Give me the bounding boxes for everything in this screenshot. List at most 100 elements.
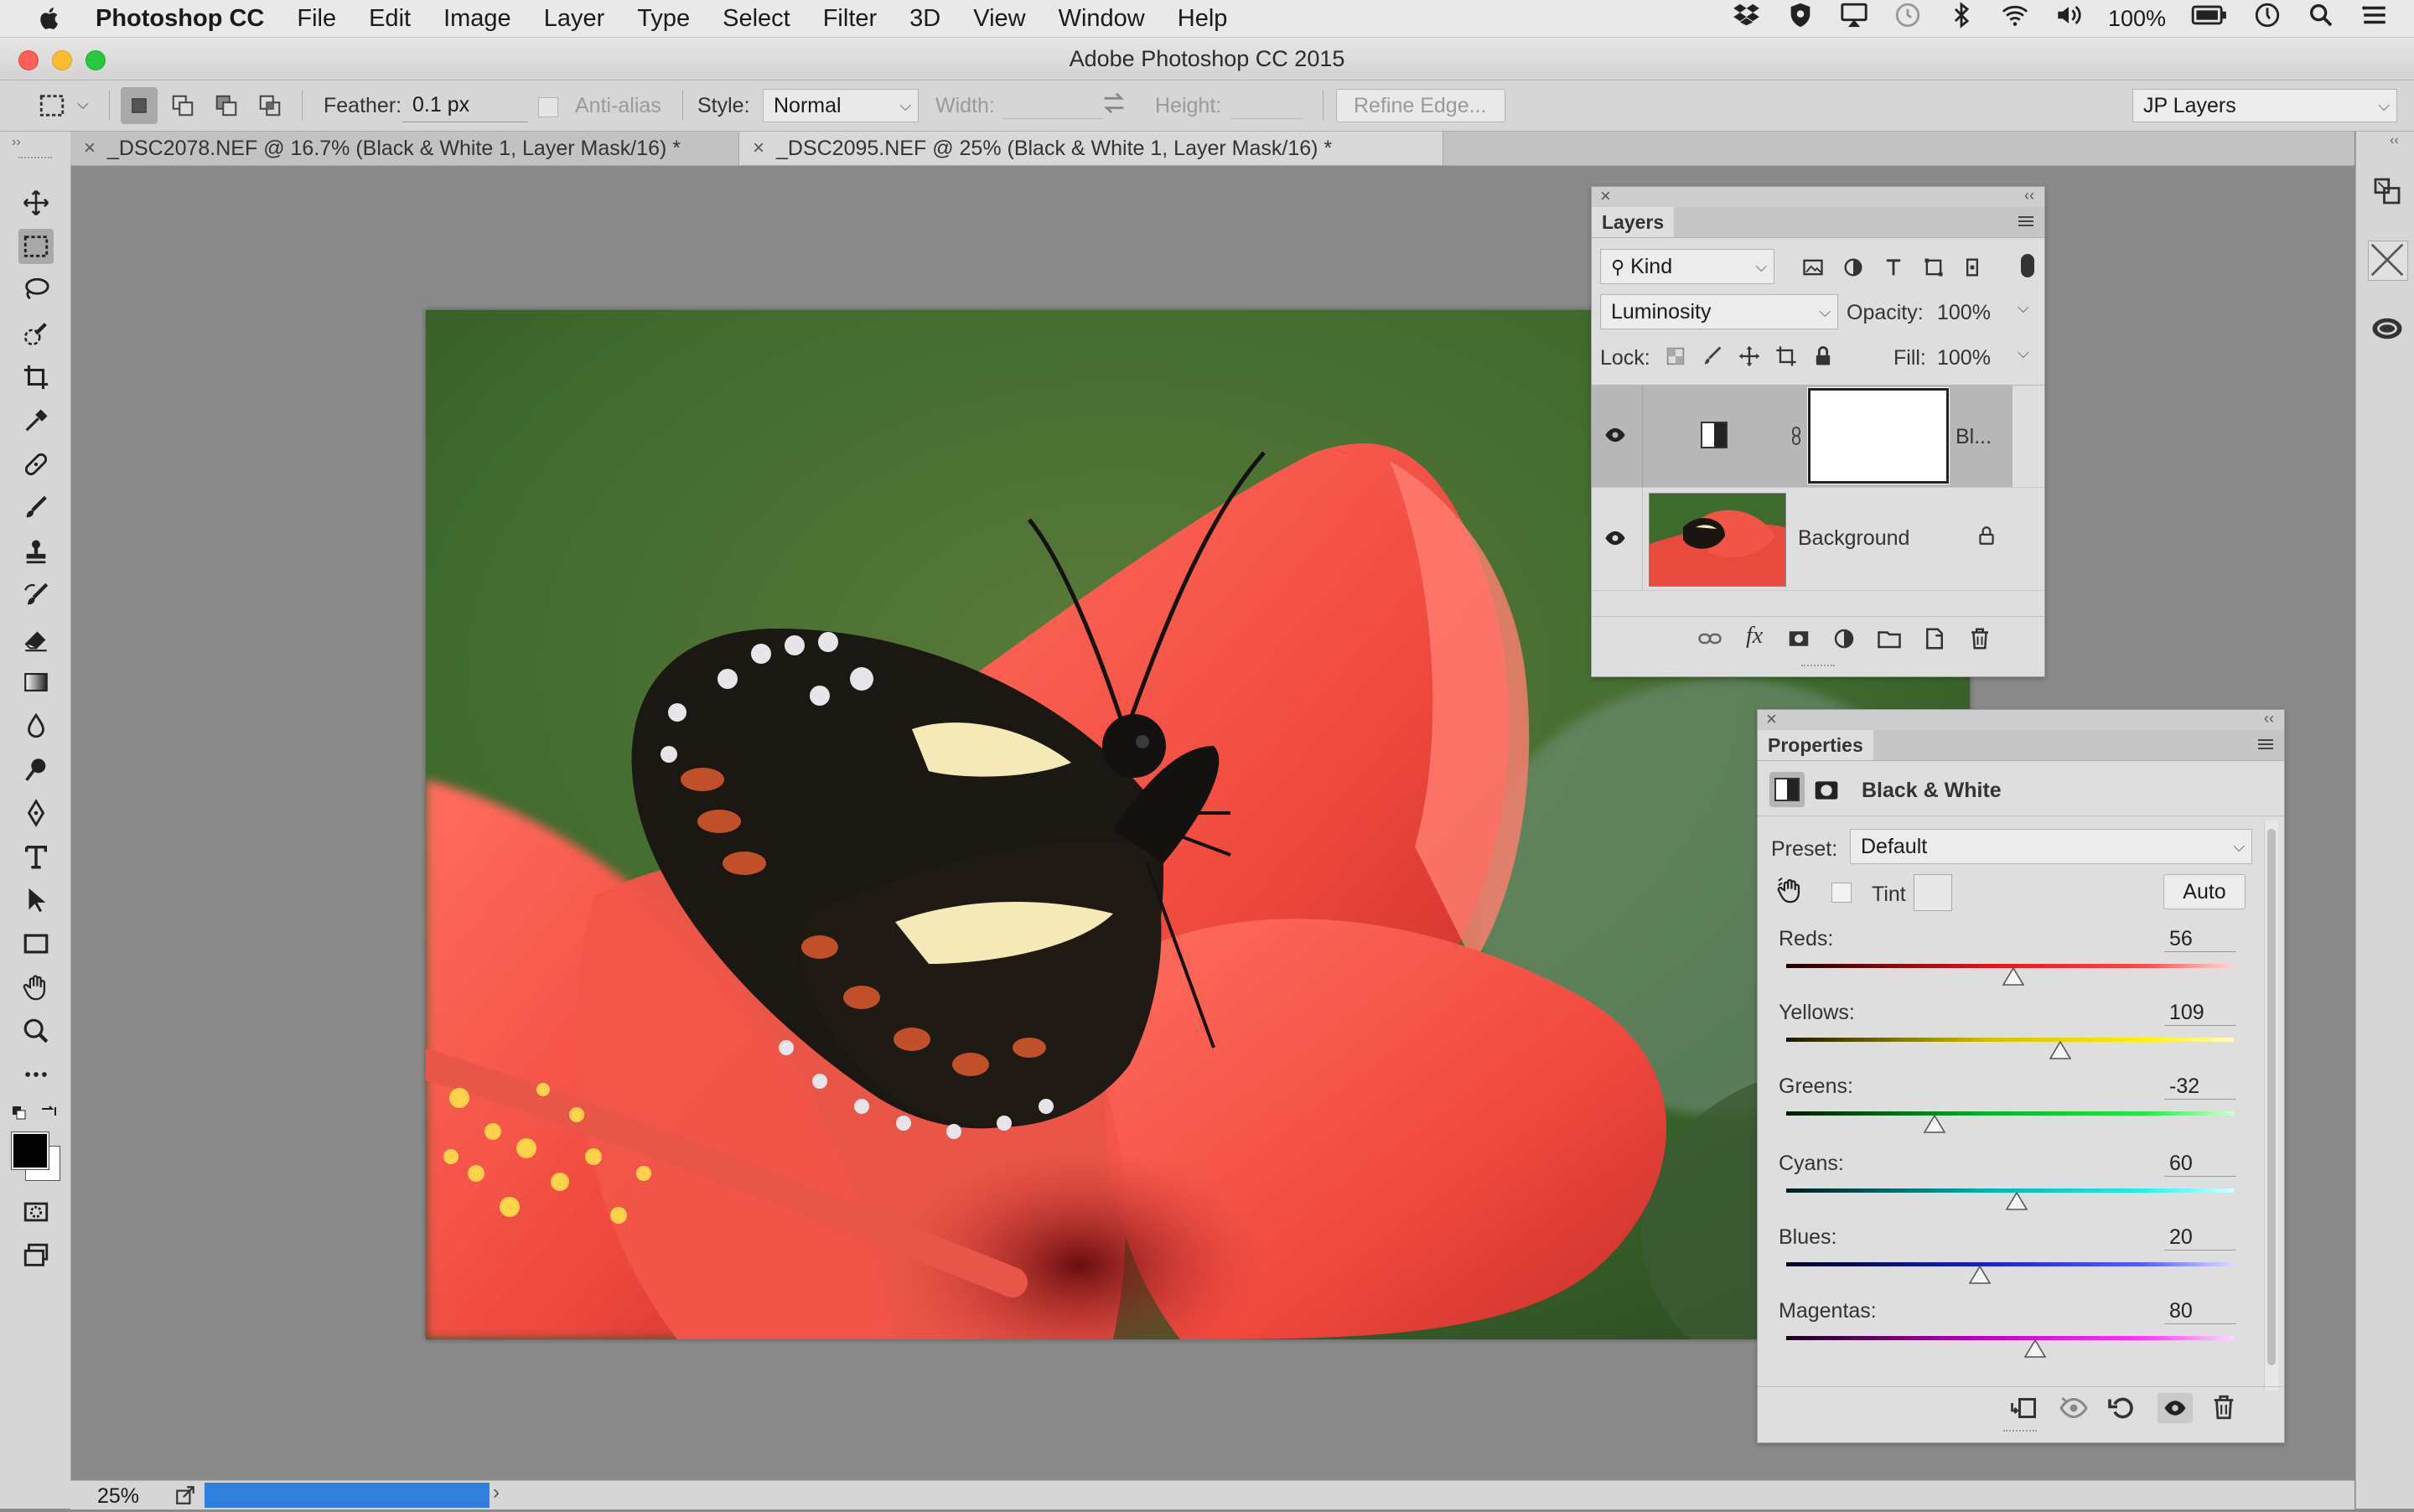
blur-tool[interactable] bbox=[18, 708, 54, 743]
close-panel-icon[interactable]: × bbox=[1600, 185, 1611, 207]
marquee-preset-picker[interactable] bbox=[34, 87, 70, 124]
notification-center-icon[interactable] bbox=[2360, 1, 2389, 36]
height-input[interactable] bbox=[1230, 118, 1303, 119]
eraser-tool[interactable] bbox=[18, 621, 54, 656]
gradient-tool[interactable] bbox=[18, 665, 54, 700]
adjustment-settings-button[interactable] bbox=[1769, 772, 1805, 807]
lock-pixels-icon[interactable] bbox=[1701, 344, 1724, 372]
magentas-slider-track[interactable] bbox=[1786, 1336, 2234, 1340]
new-adjustment-layer-icon[interactable] bbox=[1831, 626, 1857, 655]
opacity-input[interactable]: 100% bbox=[1937, 301, 1991, 325]
close-tab-icon[interactable]: × bbox=[84, 132, 96, 165]
collapse-panel-icon[interactable]: ‹‹ bbox=[2264, 710, 2274, 728]
smart-object-filter-icon[interactable] bbox=[1961, 256, 1984, 283]
layer-name[interactable]: Background bbox=[1798, 526, 1909, 551]
tint-color-swatch[interactable] bbox=[1914, 874, 1952, 911]
add-layer-style-button[interactable]: fx bbox=[1746, 623, 1763, 650]
delete-adjustment-icon[interactable] bbox=[2209, 1393, 2238, 1426]
mask-properties-icon[interactable] bbox=[1813, 777, 1840, 808]
tab-dsc2078[interactable]: × _DSC2078.NEF @ 16.7% (Black & White 1,… bbox=[70, 132, 739, 165]
scrollbar[interactable] bbox=[2264, 821, 2278, 1390]
airplay-icon[interactable] bbox=[1840, 1, 1868, 36]
foreground-color-swatch[interactable] bbox=[11, 1131, 49, 1170]
dropbox-icon[interactable] bbox=[1733, 1, 1761, 36]
cc-libraries-icon[interactable] bbox=[2370, 311, 2405, 350]
spotlight-icon[interactable] bbox=[2307, 1, 2335, 36]
swap-colors-icon[interactable] bbox=[39, 1102, 59, 1126]
zoom-tool[interactable] bbox=[18, 1013, 54, 1049]
healing-brush-tool[interactable] bbox=[18, 447, 54, 482]
shape-layer-filter-icon[interactable] bbox=[1922, 256, 1945, 283]
volume-icon[interactable] bbox=[2054, 1, 2083, 36]
cyans-value-input[interactable]: 60 bbox=[2164, 1152, 2236, 1177]
layer-mask-thumbnail[interactable] bbox=[1807, 387, 1950, 484]
history-brush-tool[interactable] bbox=[18, 577, 54, 613]
menu-window[interactable]: Window bbox=[1059, 5, 1145, 33]
layer-row-background[interactable]: Background bbox=[1592, 488, 2013, 590]
eye-icon[interactable] bbox=[1603, 423, 1627, 451]
rectangular-marquee-tool[interactable] bbox=[18, 229, 54, 264]
filter-kind-select[interactable]: ⚲ Kind ⌵ bbox=[1600, 249, 1774, 284]
menu-app-name[interactable]: Photoshop CC bbox=[96, 5, 264, 33]
menu-layer[interactable]: Layer bbox=[544, 5, 605, 33]
scrollbar-thumb[interactable] bbox=[2267, 829, 2276, 1365]
link-layers-icon[interactable] bbox=[1697, 626, 1722, 655]
magentas-value-input[interactable]: 80 bbox=[2164, 1299, 2236, 1324]
edit-toolbar-button[interactable] bbox=[18, 1057, 54, 1092]
menu-help[interactable]: Help bbox=[1178, 5, 1228, 33]
refine-edge-button[interactable]: Refine Edge... bbox=[1336, 89, 1505, 122]
wifi-icon[interactable] bbox=[2001, 1, 2029, 36]
blend-mode-select[interactable]: Luminosity ⌵ bbox=[1600, 294, 1838, 329]
view-previous-state-icon[interactable] bbox=[2059, 1393, 2089, 1427]
toggle-visibility-button[interactable] bbox=[2158, 1393, 2193, 1423]
add-to-selection-button[interactable] bbox=[164, 87, 201, 124]
menu-edit[interactable]: Edit bbox=[369, 5, 411, 33]
close-panel-icon[interactable]: × bbox=[1766, 708, 1777, 730]
expand-toolbar-icon[interactable]: ›› bbox=[12, 135, 21, 150]
reset-adjustment-icon[interactable] bbox=[2107, 1393, 2137, 1427]
chevron-down-icon[interactable]: ⌵ bbox=[77, 96, 89, 113]
blues-slider-thumb[interactable] bbox=[1968, 1265, 1992, 1288]
menu-file[interactable]: File bbox=[297, 5, 336, 33]
new-group-icon[interactable] bbox=[1877, 626, 1902, 655]
chevron-down-icon[interactable]: ⌵ bbox=[2018, 344, 2029, 362]
libraries-panel-icon[interactable] bbox=[2370, 173, 2405, 213]
clock-icon[interactable] bbox=[2253, 1, 2282, 36]
collapse-dock-icon[interactable]: ‹‹ bbox=[2390, 133, 2399, 148]
tab-layers[interactable]: Layers bbox=[1592, 207, 1675, 237]
new-layer-icon[interactable] bbox=[1922, 626, 1947, 655]
tint-checkbox[interactable] bbox=[1831, 883, 1852, 903]
clone-stamp-tool[interactable] bbox=[18, 534, 54, 569]
resize-grip[interactable] bbox=[2003, 1430, 2037, 1437]
screen-mode-button[interactable] bbox=[18, 1238, 54, 1273]
lock-icon[interactable] bbox=[1976, 525, 1997, 551]
greens-slider-thumb[interactable] bbox=[1923, 1114, 1946, 1137]
menu-filter[interactable]: Filter bbox=[823, 5, 877, 33]
new-selection-button[interactable] bbox=[121, 87, 158, 124]
reds-slider-thumb[interactable] bbox=[2002, 966, 2025, 990]
anti-alias-checkbox[interactable] bbox=[538, 97, 558, 117]
menu-view[interactable]: View bbox=[973, 5, 1025, 33]
lasso-tool[interactable] bbox=[18, 272, 54, 308]
targeted-adjustment-hand-icon[interactable] bbox=[1776, 876, 1805, 909]
reds-value-input[interactable]: 56 bbox=[2164, 927, 2236, 952]
style-select[interactable]: Normal ⌵ bbox=[763, 89, 919, 122]
menu-type[interactable]: Type bbox=[637, 5, 690, 33]
lock-transparent-icon[interactable] bbox=[1664, 344, 1687, 372]
eye-icon[interactable] bbox=[1603, 526, 1627, 554]
crop-tool[interactable] bbox=[18, 360, 54, 395]
apple-icon[interactable] bbox=[34, 2, 67, 35]
menu-3d[interactable]: 3D bbox=[909, 5, 940, 33]
chevron-down-icon[interactable]: ⌵ bbox=[2018, 299, 2029, 317]
menu-select[interactable]: Select bbox=[723, 5, 790, 33]
layer-row-black-white[interactable]: Bl... bbox=[1592, 385, 2013, 487]
type-tool[interactable] bbox=[18, 839, 54, 874]
intersect-selection-button[interactable] bbox=[251, 87, 288, 124]
dodge-tool[interactable] bbox=[18, 752, 54, 787]
tab-dsc2095[interactable]: × _DSC2095.NEF @ 25% (Black & White 1, L… bbox=[739, 132, 1443, 165]
path-selection-tool[interactable] bbox=[18, 883, 54, 918]
panel-menu-icon[interactable] bbox=[2256, 735, 2276, 759]
blues-value-input[interactable]: 20 bbox=[2164, 1225, 2236, 1251]
cyans-slider-thumb[interactable] bbox=[2005, 1191, 2028, 1214]
magentas-slider-thumb[interactable] bbox=[2023, 1339, 2047, 1362]
